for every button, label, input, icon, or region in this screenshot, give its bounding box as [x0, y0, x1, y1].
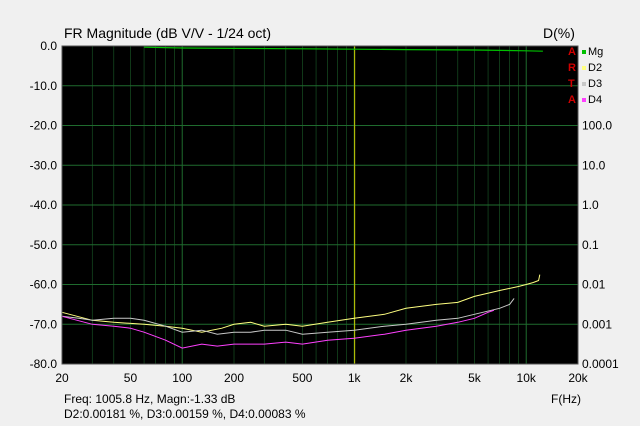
x-tick-label: 20 [55, 371, 69, 385]
cursor-readout-distortion: D2:0.00181 %, D3:0.00159 %, D4:0.00083 % [64, 407, 306, 421]
x-axis-label: F(Hz) [551, 392, 581, 406]
legend-swatch-mg [582, 50, 586, 55]
legend-item-d3: D3 [582, 78, 602, 90]
y-tick-label: -60.0 [30, 278, 58, 292]
x-tick-label: 20k [568, 371, 588, 385]
x-tick-label: 5k [468, 371, 482, 385]
legend-label-d3: D3 [588, 78, 603, 90]
x-tick-label: 500 [292, 371, 312, 385]
right-axis-label: D(%) [543, 25, 575, 41]
y-tick-label: -50.0 [30, 238, 58, 252]
legend-label-mg: Mg [588, 46, 604, 58]
right-tick-label: 10.0 [582, 158, 606, 172]
fr-chart: 0.0 -10.0 -20.0 -30.0 -40.0 -50.0 -60.0 -70.0 -8… [30, 39, 619, 385]
y-tick-label: -70.0 [30, 317, 58, 331]
legend-label-d4: D4 [588, 94, 603, 106]
x-tick-label: 10k [517, 371, 537, 385]
legend-item-d4: D4 [582, 94, 602, 106]
arta-letter: R [568, 62, 576, 74]
x-tick-label: 200 [224, 371, 244, 385]
right-tick-label: 0.01 [582, 278, 606, 292]
legend-label-d2: D2 [588, 62, 603, 74]
y-tick-label: -10.0 [30, 79, 58, 93]
right-tick-label: 100.0 [582, 119, 612, 133]
y-tick-label: -40.0 [30, 198, 58, 212]
x-tick-label: 2k [400, 371, 414, 385]
right-tick-label: 0.0001 [582, 357, 619, 371]
chart-title: FR Magnitude (dB V/V - 1/24 oct) [64, 25, 271, 41]
arta-letter: A [568, 94, 576, 106]
right-tick-label: 0.001 [582, 317, 612, 331]
legend-swatch-d3 [582, 82, 586, 87]
right-tick-label: 0.1 [582, 238, 599, 252]
cursor-readout-freq: Freq: 1005.8 Hz, Magn:-1.33 dB [64, 392, 236, 406]
legend-swatch-d4 [582, 98, 586, 103]
arta-letter: A [568, 46, 576, 58]
right-tick-label: 1.0 [582, 198, 599, 212]
x-tick-label: 100 [172, 371, 192, 385]
legend-swatch-d2 [582, 66, 586, 71]
arta-letter: T [568, 78, 575, 90]
x-tick-label: 1k [348, 371, 362, 385]
y-tick-label: 0.0 [40, 39, 57, 53]
x-tick-label: 50 [124, 371, 138, 385]
y-tick-label: -30.0 [30, 158, 58, 172]
legend-item-mg: Mg [582, 46, 603, 58]
y-tick-label: -80.0 [30, 357, 58, 371]
legend-item-d2: D2 [582, 62, 602, 74]
y-tick-label: -20.0 [30, 119, 58, 133]
